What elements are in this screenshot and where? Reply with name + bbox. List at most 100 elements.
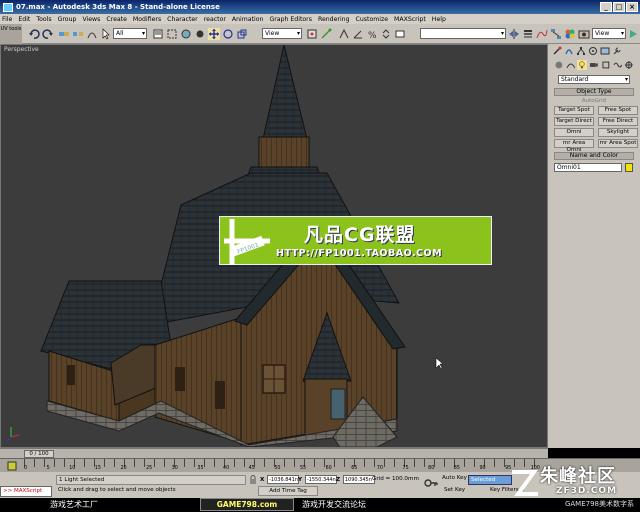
menu-help[interactable]: Help: [432, 16, 446, 23]
pivot-center-icon[interactable]: [306, 28, 318, 40]
add-time-tag-button[interactable]: Add Time Tag: [258, 486, 318, 496]
time-slider[interactable]: 0 / 100: [0, 448, 548, 458]
undo-icon[interactable]: [28, 28, 40, 40]
mouse-cursor-icon: [435, 357, 444, 370]
omni-button[interactable]: Omni: [554, 128, 594, 137]
set-key-button[interactable]: Set Key: [444, 487, 465, 493]
y-label: Y: [298, 477, 303, 483]
perspective-viewport[interactable]: Perspective FP1001 凡品CG联盟 HTTP://FP1001.…: [0, 44, 548, 448]
menu-reactor[interactable]: reactor: [204, 16, 226, 23]
reference-coord-select[interactable]: View: [262, 28, 302, 39]
maximize-button[interactable]: □: [613, 2, 625, 12]
select-by-name-icon[interactable]: [152, 28, 164, 40]
tick-label: 60: [325, 466, 332, 471]
free-spot-button[interactable]: Free Spot: [598, 106, 638, 115]
menu-edit[interactable]: Edit: [18, 16, 30, 23]
select-move-icon[interactable]: [208, 28, 220, 40]
spinner-snap-icon[interactable]: [380, 28, 392, 40]
set-key-icon[interactable]: [424, 476, 438, 490]
mr-area-spot-button[interactable]: mr Area Spot: [598, 139, 638, 148]
menu-file[interactable]: File: [2, 16, 12, 23]
lights-icon[interactable]: [577, 60, 588, 70]
material-editor-icon[interactable]: [564, 28, 576, 40]
object-name-input[interactable]: Omni01: [554, 163, 622, 172]
unlink-icon[interactable]: [72, 28, 84, 40]
banner-title: 凡品CG联盟: [304, 224, 416, 246]
select-link-icon[interactable]: [58, 28, 70, 40]
target-direct-button[interactable]: Target Direct: [554, 117, 594, 126]
app-icon[interactable]: [3, 2, 13, 12]
paint-selection-icon[interactable]: [194, 28, 206, 40]
hierarchy-tab-icon[interactable]: [576, 46, 586, 56]
select-rotate-icon[interactable]: [222, 28, 234, 40]
schematic-view-icon[interactable]: [550, 28, 562, 40]
snap-toggle-icon[interactable]: [338, 28, 350, 40]
close-button[interactable]: ×: [626, 2, 638, 12]
selection-filter-select[interactable]: All: [113, 28, 147, 39]
free-direct-button[interactable]: Free Direct: [598, 117, 638, 126]
minimize-button[interactable]: _: [600, 2, 612, 12]
helpers-icon[interactable]: [601, 60, 611, 70]
space-warps-icon[interactable]: [613, 60, 623, 70]
tick-label: 75: [402, 466, 409, 471]
systems-icon[interactable]: [624, 60, 634, 70]
select-manipulate-icon[interactable]: [320, 28, 332, 40]
z-label: Z: [336, 477, 341, 483]
geometry-icon[interactable]: [554, 60, 564, 70]
mr-area-omni-button[interactable]: mr Area Omni: [554, 139, 594, 153]
selected-filter-select[interactable]: Selected: [468, 475, 512, 485]
render-view-select[interactable]: View: [592, 28, 626, 39]
rect-selection-icon[interactable]: [166, 28, 178, 40]
trackbar-key-icon[interactable]: [6, 460, 18, 472]
named-selection-select[interactable]: [420, 28, 506, 39]
utilities-tab-icon[interactable]: [612, 46, 622, 56]
menu-customize[interactable]: Customize: [356, 16, 388, 23]
layer-manager-icon[interactable]: [522, 28, 534, 40]
cameras-icon[interactable]: [589, 60, 599, 70]
select-scale-icon[interactable]: [236, 28, 248, 40]
z-coordinate-input[interactable]: 1090.345n: [342, 475, 375, 484]
target-spot-button[interactable]: Target Spot: [554, 106, 594, 115]
menu-animation[interactable]: Animation: [232, 16, 264, 23]
modify-tab-icon[interactable]: [564, 46, 574, 56]
object-type-rollout[interactable]: Object Type: [554, 88, 634, 96]
autogrid-checkbox[interactable]: AutoGrid: [548, 98, 640, 104]
display-tab-icon[interactable]: [600, 46, 610, 56]
time-slider-handle[interactable]: 0 / 100: [24, 450, 54, 458]
curve-editor-icon[interactable]: [536, 28, 548, 40]
tick-label: 90: [479, 466, 486, 471]
x-coordinate-input[interactable]: -1036.841n: [267, 475, 300, 484]
tick-label: 70: [376, 466, 383, 471]
redo-icon[interactable]: [42, 28, 54, 40]
select-object-icon[interactable]: [100, 28, 112, 40]
menu-graph-editors[interactable]: Graph Editors: [269, 16, 311, 23]
skylight-button[interactable]: Skylight: [598, 128, 638, 137]
menu-rendering[interactable]: Rendering: [318, 16, 350, 23]
menu-tools[interactable]: Tools: [36, 16, 51, 23]
object-color-swatch[interactable]: [625, 163, 633, 172]
maxscript-listener[interactable]: >> MAXScript: [0, 486, 52, 497]
uv-tools-strip[interactable]: UV tools: [0, 24, 22, 44]
mirror-icon[interactable]: [508, 28, 520, 40]
lock-selection-icon[interactable]: [248, 475, 258, 485]
menu-maxscript[interactable]: MAXScript: [394, 16, 426, 23]
angle-snap-icon[interactable]: [352, 28, 364, 40]
quick-render-icon[interactable]: [627, 28, 639, 40]
menu-group[interactable]: Group: [58, 16, 77, 23]
shapes-icon[interactable]: [566, 60, 576, 70]
selection-status: 1 Light Selected: [56, 475, 246, 485]
create-tab-icon[interactable]: [552, 46, 562, 56]
menu-views[interactable]: Views: [82, 16, 100, 23]
main-toolbar: All View % View: [0, 24, 640, 44]
motion-tab-icon[interactable]: [588, 46, 598, 56]
menu-modifiers[interactable]: Modifiers: [133, 16, 161, 23]
y-coordinate-input[interactable]: -1550.344n: [304, 475, 337, 484]
menu-create[interactable]: Create: [106, 16, 127, 23]
menu-character[interactable]: Character: [167, 16, 198, 23]
named-selection-icon[interactable]: [394, 28, 406, 40]
percent-snap-icon[interactable]: %: [366, 28, 378, 40]
bind-space-warp-icon[interactable]: [86, 28, 98, 40]
light-type-dropdown[interactable]: Standard: [558, 75, 630, 84]
window-crossing-icon[interactable]: [180, 28, 192, 40]
render-scene-icon[interactable]: [578, 28, 590, 40]
